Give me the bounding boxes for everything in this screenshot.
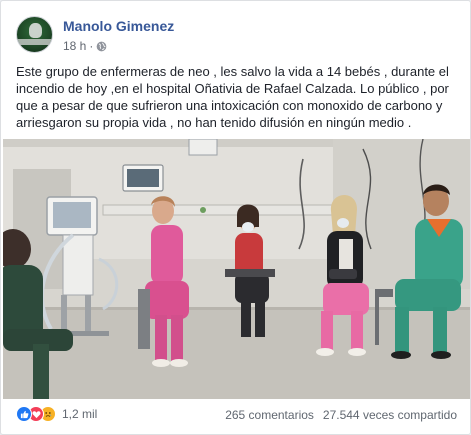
post-text: Este grupo de enfermeras de neo , les sa… bbox=[16, 64, 449, 130]
comments-count[interactable]: 265 comentarios bbox=[225, 408, 314, 422]
avatar[interactable] bbox=[16, 16, 53, 53]
author-name[interactable]: Manolo Gimenez bbox=[63, 18, 174, 34]
post-meta: 18 h · bbox=[63, 39, 107, 53]
reactions-summary[interactable]: 1,2 mil bbox=[16, 406, 97, 422]
post-footer: 1,2 mil 265 comentarios 27.544 veces com… bbox=[16, 406, 457, 426]
post-header: Manolo Gimenez 18 h · bbox=[16, 16, 456, 58]
post-card: Manolo Gimenez 18 h · Este grupo de enfe… bbox=[0, 0, 471, 435]
globe-icon bbox=[96, 41, 107, 52]
avatar-figure bbox=[29, 23, 42, 38]
reaction-count[interactable]: 1,2 mil bbox=[62, 407, 97, 421]
meta-separator: · bbox=[89, 39, 94, 53]
post-photo[interactable] bbox=[3, 139, 470, 399]
avatar-band bbox=[17, 39, 52, 45]
post-stats: 265 comentarios 27.544 veces compartido bbox=[225, 408, 457, 422]
shares-count[interactable]: 27.544 veces compartido bbox=[323, 408, 457, 422]
like-icon bbox=[16, 406, 32, 422]
post-time[interactable]: 18 h bbox=[63, 39, 86, 53]
